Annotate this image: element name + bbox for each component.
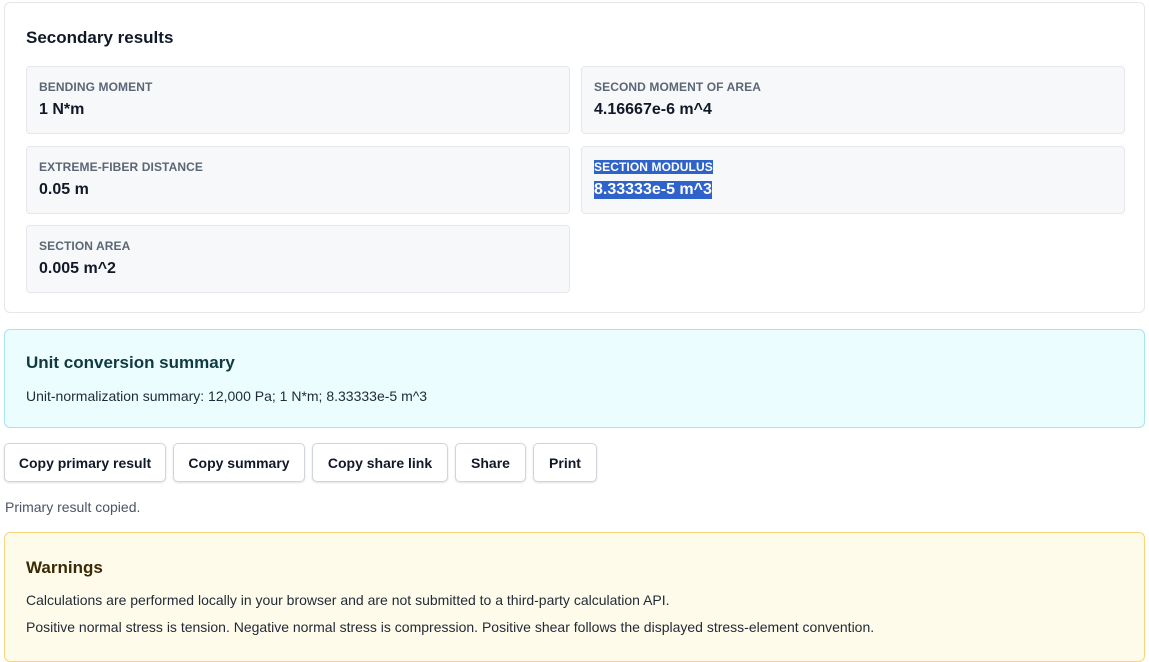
result-label: SECOND MOMENT OF AREA: [594, 80, 761, 94]
copy-summary-button[interactable]: Copy summary: [173, 443, 305, 482]
result-value: 4.16667e-6 m^4: [594, 101, 712, 118]
warnings-panel: Warnings Calculations are performed loca…: [4, 532, 1145, 662]
result-value: 8.33333e-5 m^3: [594, 181, 712, 199]
warnings-title: Warnings: [26, 558, 103, 577]
result-bending-moment: BENDING MOMENT 1 N*m: [26, 66, 570, 134]
result-extreme-fiber-distance: EXTREME-FIBER DISTANCE 0.05 m: [26, 146, 570, 214]
copy-primary-result-button[interactable]: Copy primary result: [4, 443, 166, 482]
unit-conversion-title: Unit conversion summary: [26, 353, 235, 372]
result-label: SECTION MODULUS: [594, 160, 713, 174]
secondary-results-title: Secondary results: [26, 28, 174, 47]
result-label: BENDING MOMENT: [39, 80, 153, 94]
result-value: 1 N*m: [39, 101, 85, 118]
result-value: 0.005 m^2: [39, 260, 116, 277]
unit-conversion-text: Unit-normalization summary: 12,000 Pa; 1…: [26, 388, 428, 404]
secondary-results-panel: Secondary results BENDING MOMENT 1 N*m S…: [4, 2, 1145, 313]
copy-share-link-button[interactable]: Copy share link: [312, 443, 448, 482]
result-section-modulus: SECTION MODULUS 8.33333e-5 m^3: [581, 146, 1125, 214]
unit-conversion-panel: Unit conversion summary Unit-normalizati…: [4, 329, 1145, 428]
print-button[interactable]: Print: [533, 443, 597, 482]
result-value: 0.05 m: [39, 181, 89, 198]
warning-item: Positive normal stress is tension. Negat…: [26, 619, 875, 635]
result-label: SECTION AREA: [39, 239, 131, 253]
warning-item: Calculations are performed locally in yo…: [26, 592, 670, 608]
status-message: Primary result copied.: [5, 499, 141, 515]
result-section-area: SECTION AREA 0.005 m^2: [26, 225, 570, 293]
share-button[interactable]: Share: [455, 443, 526, 482]
result-second-moment-of-area: SECOND MOMENT OF AREA 4.16667e-6 m^4: [581, 66, 1125, 134]
result-label: EXTREME-FIBER DISTANCE: [39, 160, 203, 174]
